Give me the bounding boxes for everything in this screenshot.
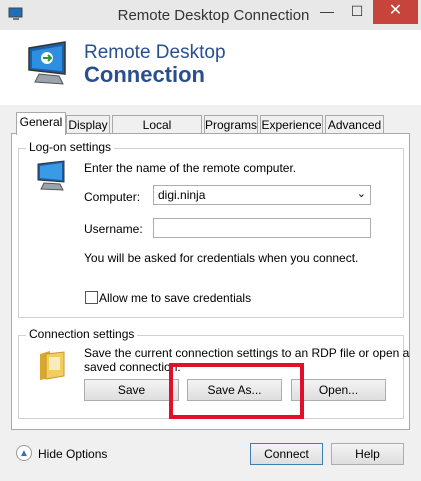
banner-title-line1: Remote Desktop — [84, 42, 226, 63]
tab-advanced[interactable]: Advanced — [325, 115, 384, 134]
folder-icon — [40, 351, 65, 380]
highlight-box — [169, 363, 304, 419]
connect-button-label: Connect — [264, 447, 309, 461]
remote-desktop-icon — [28, 41, 66, 85]
logon-instruction: Enter the name of the remote computer. — [84, 161, 297, 175]
open-button[interactable]: Open... — [291, 379, 386, 401]
minimize-button[interactable]: — — [312, 0, 342, 24]
username-input[interactable] — [153, 218, 371, 238]
logon-settings-legend: Log-on settings — [26, 140, 115, 154]
maximize-button[interactable]: ☐ — [342, 0, 372, 24]
open-button-label: Open... — [318, 383, 359, 397]
chevron-down-icon[interactable]: ⌄ — [357, 187, 366, 200]
computer-value: digi.ninja — [158, 188, 206, 202]
credentials-note: You will be asked for credentials when y… — [84, 251, 359, 265]
tab-experience[interactable]: Experience — [260, 115, 323, 134]
title-bar: Remote Desktop Connection — ☐ ✕ — [0, 0, 421, 30]
computer-label: Computer: — [84, 190, 141, 204]
tab-general[interactable]: General — [16, 112, 66, 135]
save-button[interactable]: Save — [84, 379, 179, 401]
banner-title-line2: Connection — [84, 62, 205, 87]
save-button-label: Save — [117, 383, 146, 397]
rdp-window: Remote Desktop Connection — ☐ ✕ Remote D… — [0, 0, 421, 481]
header-banner: Remote Desktop Connection — [0, 30, 421, 105]
hide-options-link[interactable]: Hide Options — [38, 447, 107, 461]
tab-local-resources[interactable]: Local Resources — [112, 115, 202, 150]
computer-icon — [37, 160, 65, 191]
close-button[interactable]: ✕ — [373, 0, 418, 24]
allow-save-credentials-checkbox[interactable] — [85, 291, 98, 304]
allow-save-credentials-label[interactable]: Allow me to save credentials — [99, 291, 251, 305]
computer-combobox[interactable]: digi.ninja ⌄ — [153, 185, 371, 205]
help-button-label: Help — [355, 447, 380, 461]
connection-description-line2: saved connection. — [84, 360, 181, 374]
connect-button[interactable]: Connect — [250, 443, 323, 465]
tab-display[interactable]: Display — [66, 115, 110, 134]
help-button[interactable]: Help — [331, 443, 404, 465]
tab-programs[interactable]: Programs — [204, 115, 258, 134]
connection-description-line1: Save the current connection settings to … — [84, 346, 410, 360]
chevron-up-icon[interactable]: ▲ — [16, 445, 32, 461]
username-label: Username: — [84, 222, 143, 236]
connection-settings-legend: Connection settings — [26, 327, 138, 341]
